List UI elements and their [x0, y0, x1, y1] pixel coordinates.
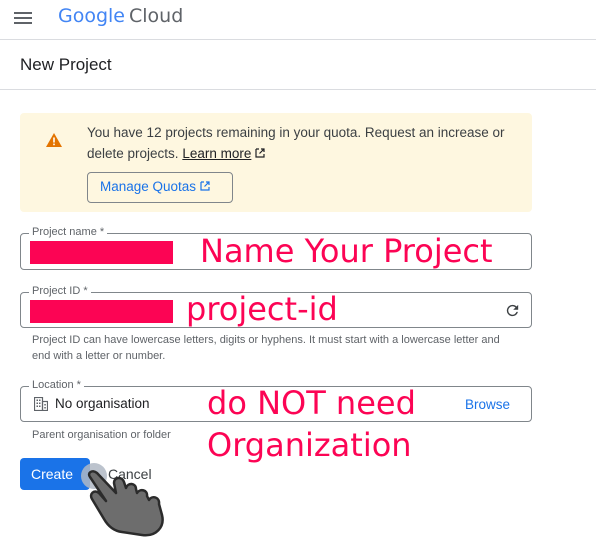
quota-message: You have 12 projects remaining in your q…	[87, 122, 517, 164]
project-id-label: Project ID *	[29, 285, 91, 297]
learn-more-link[interactable]: Learn more	[182, 146, 251, 161]
annotation-project-id: project-id	[186, 290, 338, 328]
hand-pointer-cursor-icon	[81, 463, 164, 537]
redacted-project-id	[30, 300, 173, 323]
create-button-label: Create	[31, 466, 74, 482]
quota-message-text: You have 12 projects remaining in your q…	[87, 125, 505, 161]
manage-quotas-button[interactable]: Manage Quotas	[87, 172, 233, 203]
redacted-project-name	[30, 241, 173, 264]
refresh-icon[interactable]	[504, 302, 521, 319]
annotation-name-your-project: Name Your Project	[200, 232, 493, 270]
quota-alert: You have 12 projects remaining in your q…	[20, 113, 532, 212]
external-link-icon	[255, 148, 265, 158]
logo-cloud-text: Cloud	[129, 5, 184, 27]
manage-quotas-label: Manage Quotas	[100, 179, 197, 194]
page-header: New Project	[0, 40, 596, 90]
annotation-organization: Organization	[207, 426, 412, 464]
location-value: No organisation	[55, 396, 150, 411]
page-title: New Project	[20, 55, 112, 74]
logo-google-wordmark: Google	[58, 5, 126, 27]
annotation-do-not-need: do NOT need	[207, 384, 416, 422]
external-link-icon	[200, 181, 210, 191]
project-id-helper: Project ID can have lowercase letters, d…	[32, 334, 500, 362]
top-bar: Google Cloud	[0, 0, 596, 40]
hamburger-menu-icon[interactable]	[14, 10, 34, 26]
building-icon	[34, 397, 48, 411]
location-helper: Parent organisation or folder	[32, 429, 171, 441]
warning-icon	[46, 133, 62, 147]
project-name-label: Project name *	[29, 226, 108, 238]
location-label: Location *	[29, 379, 84, 391]
google-cloud-logo[interactable]: Google Cloud	[58, 5, 183, 27]
browse-button[interactable]: Browse	[465, 397, 510, 412]
